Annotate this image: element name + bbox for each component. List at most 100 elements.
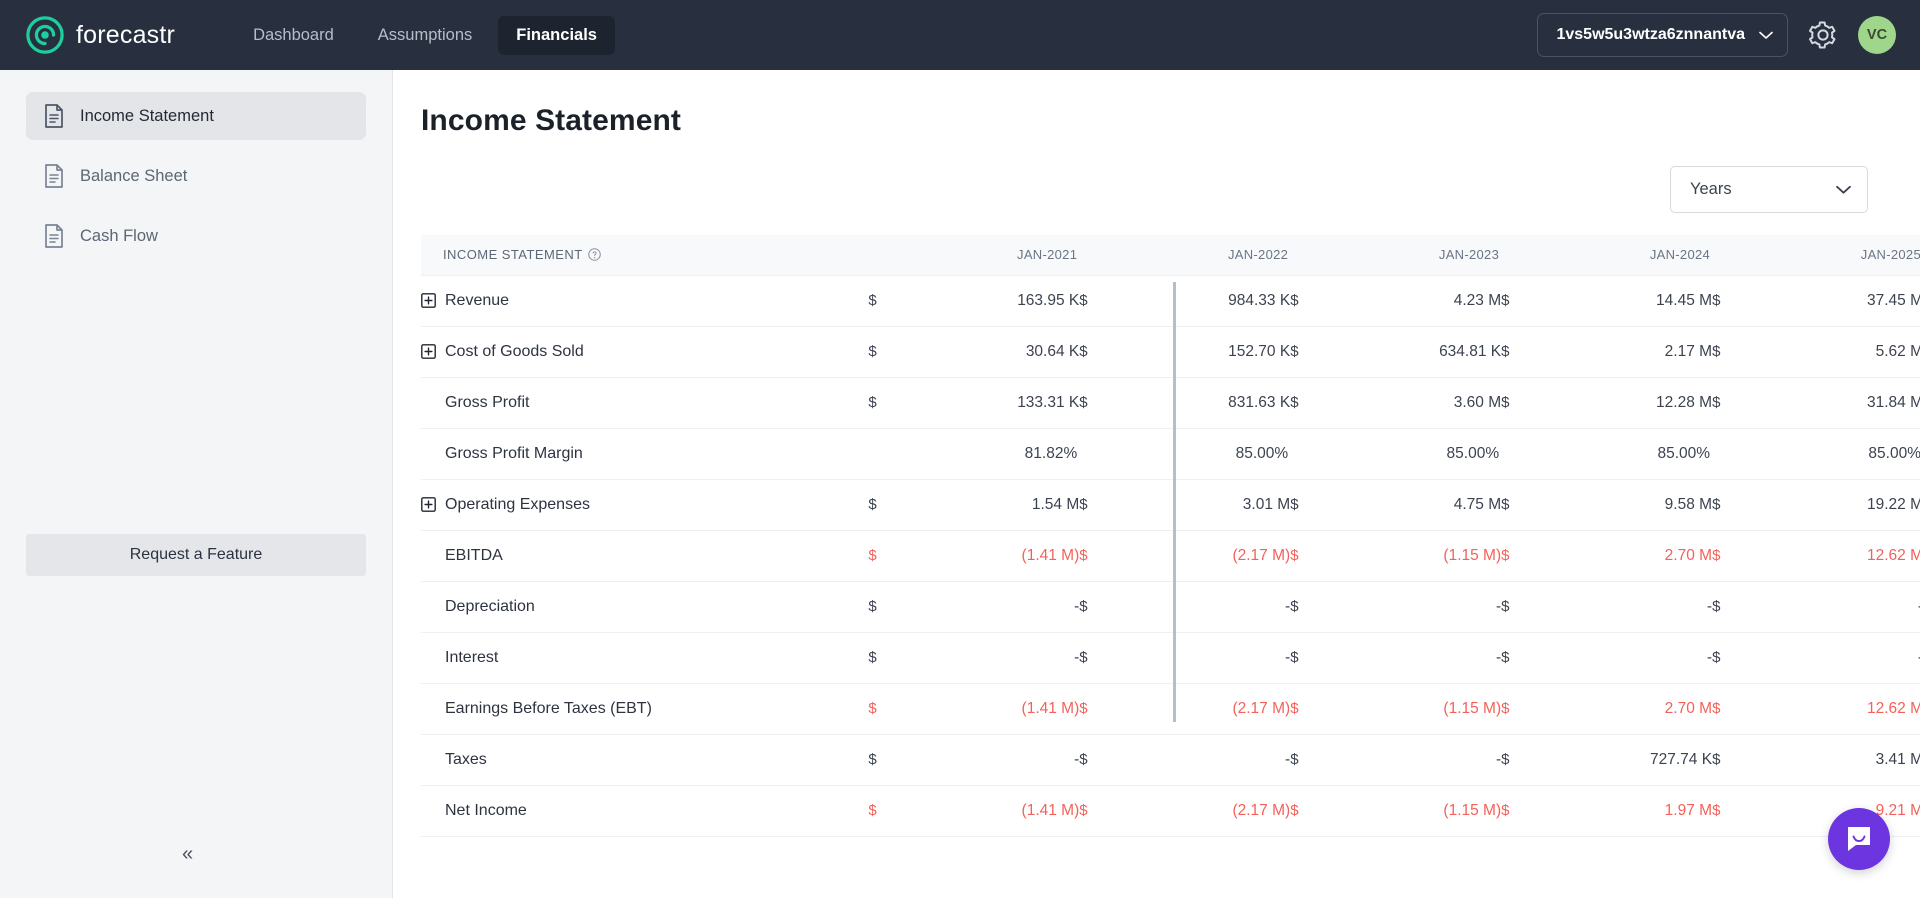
value-cell[interactable]: - [1323, 581, 1501, 632]
value-cell[interactable]: 4.75 M [1323, 479, 1501, 530]
column-divider [1173, 282, 1176, 722]
value-cell[interactable]: - [1323, 734, 1501, 785]
info-icon[interactable] [587, 248, 601, 262]
sidebar-item-balance-sheet[interactable]: Balance Sheet [26, 152, 366, 200]
value-cell[interactable]: 2.17 M [1534, 326, 1712, 377]
table-row[interactable]: Revenue $163.95 K $984.33 K $4.23 M $14.45 M… [421, 275, 1920, 326]
chat-launcher-button[interactable] [1828, 808, 1890, 870]
currency-symbol-cell: $ [1079, 598, 1088, 615]
workspace-name: 1vs5w5u3wtza6znnantva [1556, 26, 1745, 43]
value-cell[interactable]: 3.41 M [1745, 734, 1920, 785]
value-cell[interactable]: 4.23 M [1323, 275, 1501, 326]
value-cell[interactable]: 2.70 M [1534, 683, 1712, 734]
value-cell[interactable]: (2.17 M) [1112, 530, 1290, 581]
nav-link-assumptions[interactable]: Assumptions [360, 16, 490, 55]
value-cell[interactable]: 85.00% [1112, 428, 1290, 479]
value-cell[interactable]: (1.41 M) [901, 785, 1080, 836]
value-cell[interactable]: 12.62 M [1745, 530, 1920, 581]
value-cell[interactable]: 81.82% [901, 428, 1079, 479]
value-cell[interactable]: 85.00% [1534, 428, 1712, 479]
expand-row-icon[interactable] [421, 293, 436, 308]
value-cell[interactable]: 634.81 K [1323, 326, 1501, 377]
table-row[interactable]: Gross Profit $133.31 K $831.63 K $3.60 M $12… [421, 377, 1920, 428]
value-cell[interactable]: - [1112, 734, 1290, 785]
table-row[interactable]: Taxes$-$-$-$727.74 K$3.41 M$8.02 M$2.00 … [421, 734, 1920, 785]
sidebar-collapse-button[interactable]: « [182, 844, 193, 864]
brand[interactable]: forecastr [26, 16, 175, 54]
value-cell[interactable]: 3.01 M [1112, 479, 1290, 530]
value-cell[interactable]: 984.33 K [1112, 275, 1290, 326]
value-cell[interactable]: (1.15 M) [1323, 683, 1501, 734]
currency-symbol-cell: $ [1290, 751, 1299, 768]
value-cell[interactable]: - [1323, 632, 1501, 683]
column-header-jan-2025[interactable]: JAN-2025 [1745, 235, 1920, 275]
expand-row-icon[interactable] [421, 497, 436, 512]
value-cell[interactable]: (1.15 M) [1323, 530, 1501, 581]
value-cell[interactable]: (1.41 M) [901, 683, 1080, 734]
value-cell[interactable]: - [1534, 581, 1712, 632]
gear-icon[interactable] [1808, 20, 1838, 50]
value-cell[interactable]: 3.60 M [1323, 377, 1501, 428]
value-cell[interactable]: - [1745, 581, 1920, 632]
column-header-jan-2022[interactable]: JAN-2022 [1112, 235, 1291, 275]
value-cell[interactable]: 14.45 M [1534, 275, 1712, 326]
currency-symbol-cell: $ [1501, 292, 1510, 309]
value-cell[interactable]: 30.64 K [901, 326, 1079, 377]
period-selector[interactable]: Years [1670, 166, 1868, 213]
value-cell[interactable]: 133.31 K [901, 377, 1079, 428]
value-cell[interactable]: - [901, 632, 1079, 683]
column-header-jan-2023[interactable]: JAN-2023 [1323, 235, 1502, 275]
currency-symbol-cell: $ [1079, 343, 1088, 360]
value-cell[interactable]: 1.97 M [1534, 785, 1712, 836]
value-cell[interactable]: - [901, 581, 1079, 632]
value-cell[interactable]: 31.84 M [1745, 377, 1920, 428]
nav-link-dashboard[interactable]: Dashboard [235, 16, 352, 55]
value-cell[interactable]: (2.17 M) [1112, 785, 1290, 836]
sidebar-item-income-statement[interactable]: Income Statement [26, 92, 366, 140]
value-cell[interactable]: (1.15 M) [1323, 785, 1501, 836]
value-cell[interactable]: 2.70 M [1534, 530, 1712, 581]
currency-symbol-cell: $ [1290, 598, 1299, 615]
table-row[interactable]: Cost of Goods Sold $30.64 K $152.70 K $634.… [421, 326, 1920, 377]
table-row[interactable]: Gross Profit Margin 81.82% 85.00% 85.00% 85.… [421, 428, 1920, 479]
sidebar-item-cash-flow[interactable]: Cash Flow [26, 212, 366, 260]
value-cell[interactable]: 85.00% [1323, 428, 1501, 479]
table-row[interactable]: Interest$-$-$-$-$-$-$- [421, 632, 1920, 683]
value-cell[interactable]: 85.00% [1745, 428, 1920, 479]
value-cell[interactable]: - [1112, 581, 1290, 632]
value-cell[interactable]: (1.41 M) [901, 530, 1080, 581]
value-cell[interactable]: 19.22 M [1745, 479, 1920, 530]
value-cell[interactable]: 1.54 M [901, 479, 1079, 530]
table-row[interactable]: Depreciation$-$-$-$-$-$-$- [421, 581, 1920, 632]
value-cell[interactable]: - [1745, 632, 1920, 683]
currency-symbol-cell: $ [1712, 598, 1721, 615]
currency-symbol-cell: $ [1079, 292, 1088, 309]
table-row[interactable]: Net Income $ (1.41 M) $ (2.17 M) $ (1.15 M) $1.… [421, 785, 1920, 836]
value-cell[interactable]: 163.95 K [901, 275, 1079, 326]
value-cell[interactable]: 12.62 M [1745, 683, 1920, 734]
value-cell[interactable]: 37.45 M [1745, 275, 1920, 326]
value-cell[interactable]: 5.62 M [1745, 326, 1920, 377]
table-row[interactable]: Earnings Before Taxes (EBT) $ (1.41 M) $ (2.… [421, 683, 1920, 734]
nav-link-financials[interactable]: Financials [498, 15, 615, 55]
value-cell[interactable]: 9.58 M [1534, 479, 1712, 530]
column-header-jan-2024[interactable]: JAN-2024 [1534, 235, 1713, 275]
expand-row-icon[interactable] [421, 344, 436, 359]
sidebar: Income Statement Balance Sheet Cash Flow… [0, 70, 393, 898]
value-cell[interactable]: 152.70 K [1112, 326, 1290, 377]
row-label-text: Revenue [445, 291, 510, 309]
value-cell[interactable]: 727.74 K [1534, 734, 1712, 785]
value-cell[interactable]: (2.17 M) [1112, 683, 1290, 734]
value-cell[interactable]: - [1534, 632, 1712, 683]
avatar[interactable]: VC [1858, 16, 1896, 54]
value-cell[interactable]: 831.63 K [1112, 377, 1290, 428]
request-feature-button[interactable]: Request a Feature [26, 534, 366, 576]
table-row[interactable]: EBITDA $ (1.41 M) $ (2.17 M) $ (1.15 M) $2.70 M… [421, 530, 1920, 581]
value-cell[interactable]: - [901, 734, 1079, 785]
value-cell[interactable]: 12.28 M [1534, 377, 1712, 428]
column-header-jan-2021[interactable]: JAN-2021 [901, 235, 1080, 275]
value-cell[interactable]: - [1112, 632, 1290, 683]
workspace-selector[interactable]: 1vs5w5u3wtza6znnantva [1537, 13, 1788, 57]
currency-symbol-cell: $ [868, 751, 877, 768]
table-row[interactable]: Operating Expenses $1.54 M $3.01 M $4.75 M $… [421, 479, 1920, 530]
